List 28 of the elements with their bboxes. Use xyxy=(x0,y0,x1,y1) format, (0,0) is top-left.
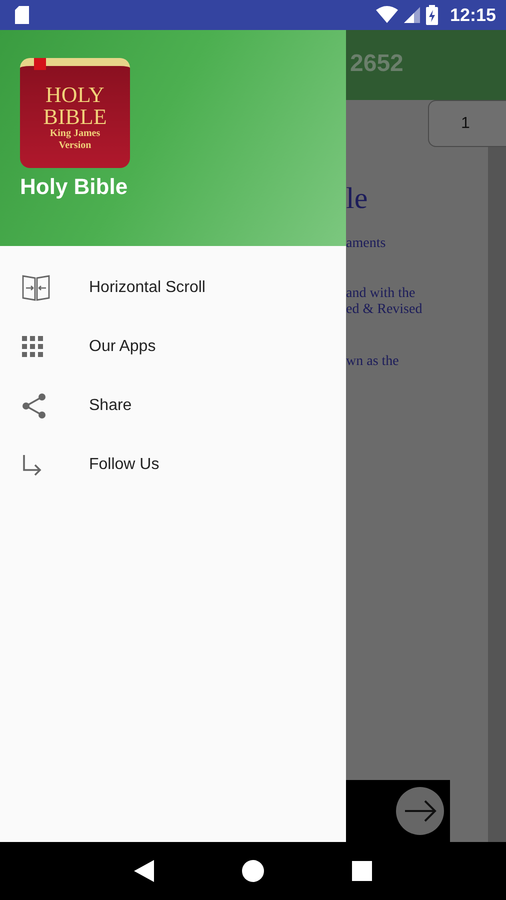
share-icon xyxy=(22,392,46,418)
home-icon[interactable] xyxy=(242,860,264,882)
page-text: aments xyxy=(346,236,386,252)
page-text: and with the xyxy=(346,286,416,302)
apps-grid-icon xyxy=(22,336,44,358)
menu-item[interactable]: Share xyxy=(0,376,346,435)
menu-item[interactable]: Horizontal Scroll xyxy=(0,258,346,317)
battery-icon xyxy=(426,5,438,25)
turn-arrow-icon xyxy=(22,454,42,476)
page-heading: le xyxy=(346,182,368,216)
logo-text: HOLY xyxy=(46,84,104,106)
signal-icon xyxy=(404,6,420,24)
book-icon xyxy=(22,274,50,302)
back-icon[interactable] xyxy=(134,860,154,882)
page-text: ed & Revised xyxy=(346,302,422,318)
logo-text: King James xyxy=(50,128,100,140)
wifi-icon xyxy=(376,6,398,24)
menu-item[interactable]: Our Apps xyxy=(0,317,346,376)
page-tab[interactable]: 1 xyxy=(428,100,506,147)
page-text: wn as the xyxy=(346,354,399,370)
menu-item[interactable]: Follow Us xyxy=(0,435,346,494)
app-name: Holy Bible xyxy=(20,174,128,200)
logo-text: Version xyxy=(58,140,92,152)
clock-time: 12:15 xyxy=(450,4,496,26)
sd-card-icon xyxy=(14,5,30,25)
toolbar-title: 2652 xyxy=(350,50,404,78)
bookmark-icon xyxy=(34,58,46,70)
logo-text: BIBLE xyxy=(43,106,107,128)
